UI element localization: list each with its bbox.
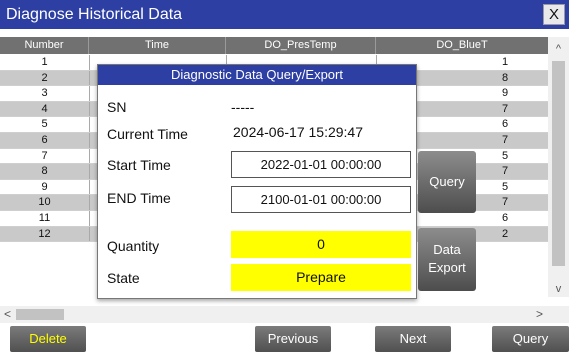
scroll-left-icon[interactable]: < xyxy=(4,307,11,321)
column-divider xyxy=(89,164,90,179)
column-header-do-prestemp[interactable]: DO_PresTemp xyxy=(226,37,376,54)
window-title: Diagnose Historical Data xyxy=(6,6,183,23)
query-bottom-button[interactable]: Query xyxy=(492,326,569,352)
dialog-title: Diagnostic Data Query/Export xyxy=(98,65,416,85)
quantity-value: 0 xyxy=(231,231,411,258)
quantity-label: Quantity xyxy=(107,238,160,254)
vertical-scrollbar[interactable]: ^ v xyxy=(548,37,569,297)
data-export-label-line1: Data xyxy=(433,242,461,257)
row-do-bluet-value: 7 xyxy=(502,196,509,209)
row-do-bluet-value: 1 xyxy=(502,56,509,68)
column-header-time[interactable]: Time xyxy=(89,37,226,54)
row-do-bluet-value: 6 xyxy=(502,118,509,131)
column-divider xyxy=(89,195,90,210)
column-header-number[interactable]: Number xyxy=(0,37,89,54)
row-do-bluet-value: 2 xyxy=(502,227,509,240)
query-export-dialog: Diagnostic Data Query/Export SN ----- Cu… xyxy=(97,64,476,299)
column-divider xyxy=(89,132,90,148)
row-do-bluet-value: 9 xyxy=(502,87,509,100)
row-do-bluet-value: 7 xyxy=(502,102,509,115)
data-export-label-line2: Export xyxy=(428,260,466,275)
row-do-bluet-value: 5 xyxy=(502,180,509,193)
sn-label: SN xyxy=(107,99,127,115)
end-time-field[interactable]: 2100-01-01 00:00:00 xyxy=(231,186,411,213)
row-number: 11 xyxy=(38,211,51,224)
column-divider xyxy=(89,70,90,86)
row-do-bluet-value: 6 xyxy=(502,211,509,224)
table-header: Number Time DO_PresTemp DO_BlueT xyxy=(0,37,548,54)
row-number: 1 xyxy=(41,56,48,68)
row-number: 3 xyxy=(41,87,48,100)
title-bar: Diagnose Historical Data X xyxy=(0,0,569,29)
column-divider xyxy=(89,117,90,132)
column-divider xyxy=(89,101,90,117)
current-time-label: Current Time xyxy=(107,126,188,142)
current-time-value: 2024-06-17 15:29:47 xyxy=(233,124,363,140)
sn-value: ----- xyxy=(231,99,255,115)
column-divider xyxy=(89,86,90,101)
horizontal-scroll-thumb[interactable] xyxy=(16,309,64,320)
row-do-bluet-value: 7 xyxy=(502,133,509,146)
scroll-right-icon[interactable]: > xyxy=(536,307,543,321)
state-value: Prepare xyxy=(231,264,411,291)
start-time-field[interactable]: 2022-01-01 00:00:00 xyxy=(231,151,411,178)
row-number: 7 xyxy=(41,149,48,162)
horizontal-scrollbar[interactable]: < > xyxy=(0,306,569,323)
column-divider xyxy=(89,179,90,195)
dialog-query-button[interactable]: Query xyxy=(418,151,476,213)
row-do-bluet-value: 7 xyxy=(502,165,509,178)
row-number: 8 xyxy=(41,165,48,178)
end-time-label: END Time xyxy=(107,190,171,206)
next-button[interactable]: Next xyxy=(375,326,451,352)
row-number: 4 xyxy=(41,102,48,115)
data-export-button[interactable]: Data Export xyxy=(418,228,476,291)
row-number: 12 xyxy=(38,227,51,240)
state-label: State xyxy=(107,270,140,286)
scroll-down-icon[interactable]: v xyxy=(548,283,569,295)
delete-button[interactable]: Delete xyxy=(10,326,86,352)
row-number: 6 xyxy=(41,133,48,146)
close-button[interactable]: X xyxy=(543,4,565,25)
start-time-label: Start Time xyxy=(107,157,171,173)
column-divider xyxy=(89,226,90,242)
row-number: 5 xyxy=(41,118,48,131)
row-number: 2 xyxy=(41,71,48,84)
row-do-bluet-value: 5 xyxy=(502,149,509,162)
row-do-bluet-value: 8 xyxy=(502,71,509,84)
column-divider xyxy=(89,55,90,70)
row-number: 9 xyxy=(41,180,48,193)
column-divider xyxy=(89,210,90,226)
row-number: 10 xyxy=(38,196,51,209)
vertical-scroll-thumb[interactable] xyxy=(552,61,565,266)
previous-button[interactable]: Previous xyxy=(255,326,331,352)
scroll-up-icon[interactable]: ^ xyxy=(548,43,569,55)
column-divider xyxy=(89,148,90,164)
column-header-do-bluet[interactable]: DO_BlueT xyxy=(376,37,548,54)
